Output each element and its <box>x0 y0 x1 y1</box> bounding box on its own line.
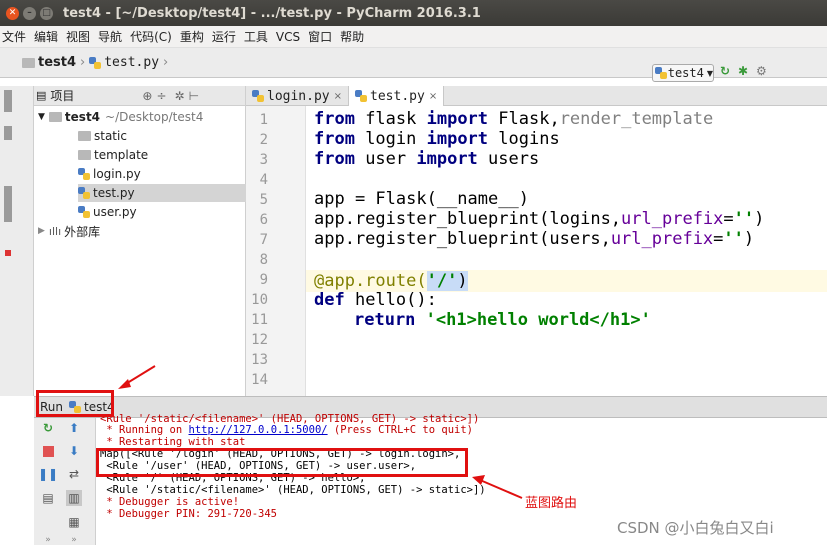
annotation-label: 蓝图路由 <box>525 496 578 511</box>
annotation-arrows <box>118 365 523 499</box>
arrowhead <box>472 475 485 485</box>
watermark: CSDN @小白兔白又白i <box>617 519 774 537</box>
arrowhead <box>118 379 131 389</box>
arrow-to-routes <box>479 479 523 499</box>
